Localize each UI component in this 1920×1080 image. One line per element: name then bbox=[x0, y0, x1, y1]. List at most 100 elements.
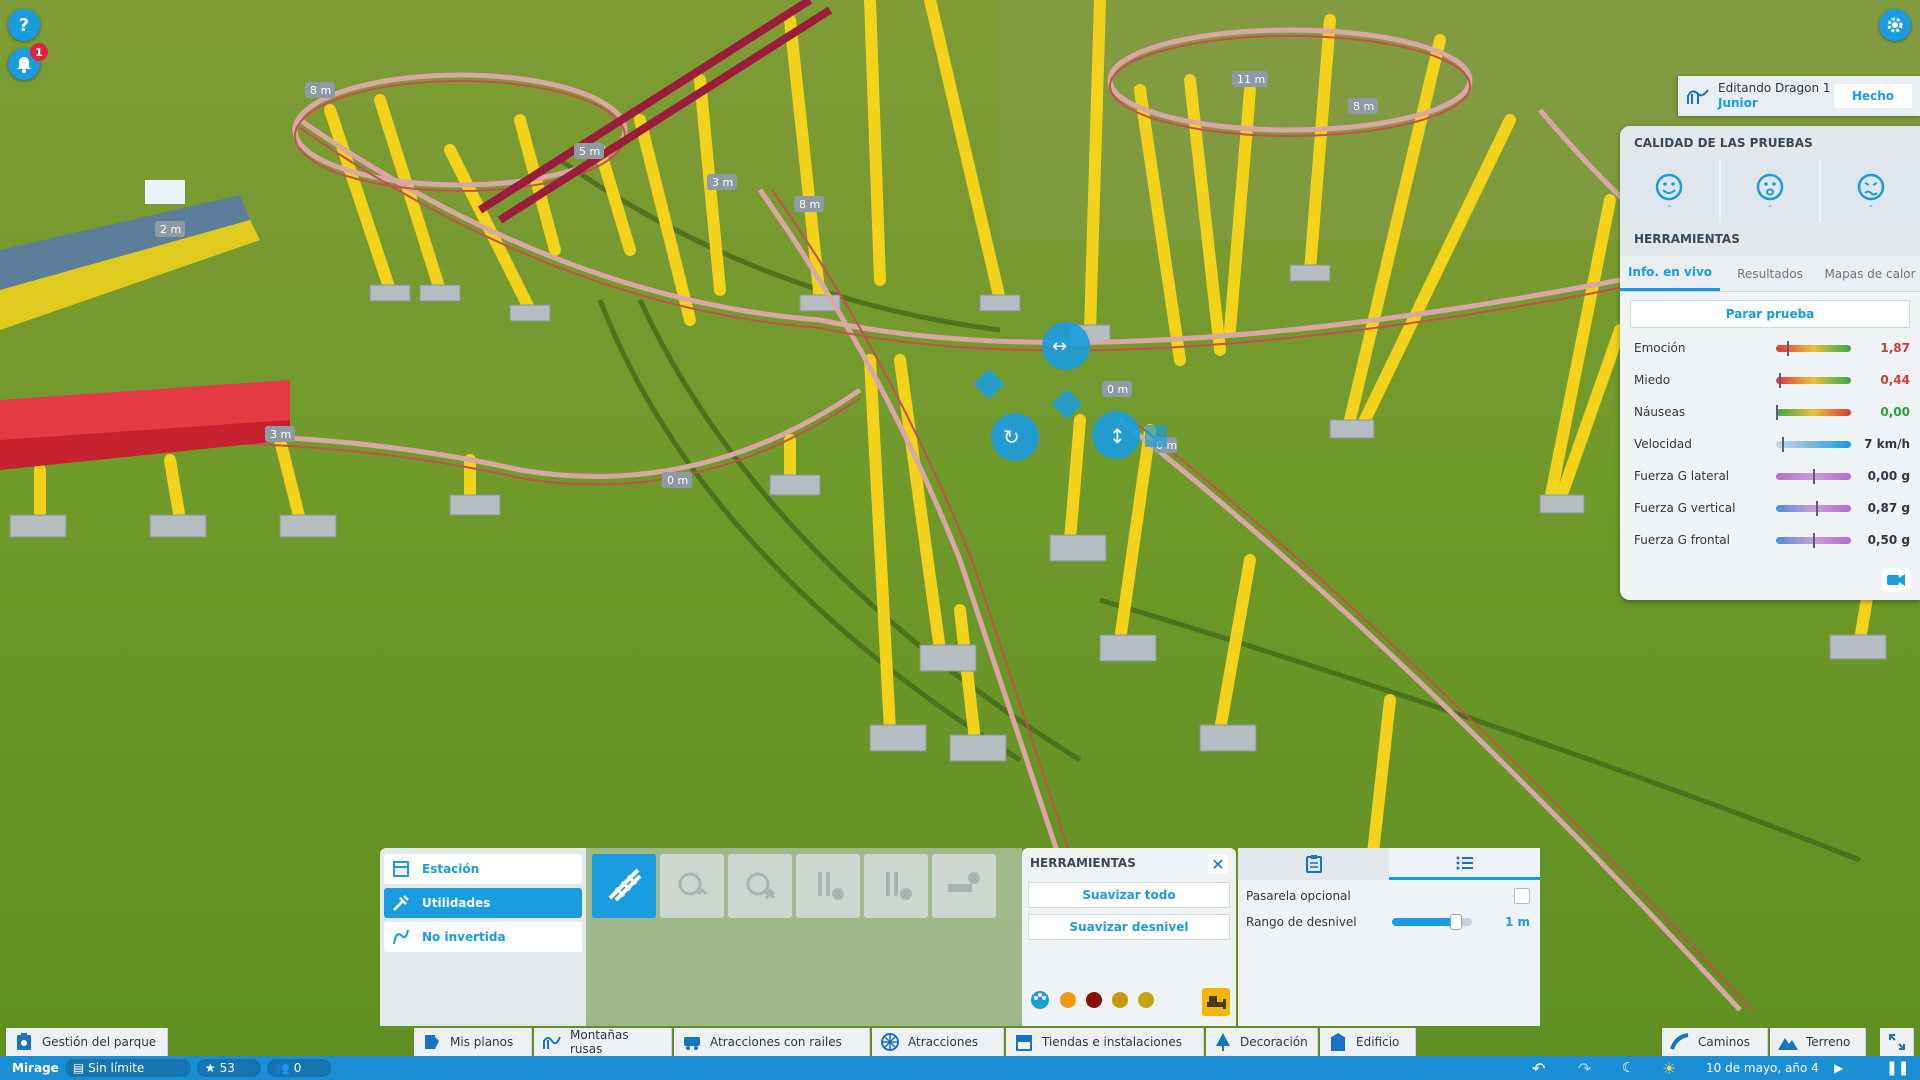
camera-button[interactable] bbox=[1882, 568, 1910, 592]
metric-label: Fuerza G frontal bbox=[1634, 533, 1730, 547]
building-button[interactable]: Edificio bbox=[1320, 1028, 1416, 1056]
smooth-all-button[interactable]: Suavizar todo bbox=[1028, 882, 1230, 908]
svg-text:↔: ↔ bbox=[1052, 336, 1067, 357]
metric-value: 0,50 g bbox=[1867, 533, 1910, 547]
test-tabs: Info. en vivo Resultados Mapas de calor bbox=[1620, 256, 1920, 292]
notification-count-badge: 1 bbox=[30, 43, 48, 61]
metric-marker bbox=[1813, 532, 1815, 548]
video-camera-icon bbox=[1887, 574, 1905, 586]
color-swatch[interactable] bbox=[1138, 992, 1154, 1008]
move-vertical-handle[interactable]: ↕ bbox=[1092, 411, 1140, 459]
metric-label: Emoción bbox=[1634, 341, 1686, 355]
close-icon[interactable]: ✕ bbox=[1208, 854, 1228, 874]
palette-icon[interactable] bbox=[1030, 990, 1050, 1010]
tab-live-info[interactable]: Info. en vivo bbox=[1620, 256, 1720, 291]
metric-row: Emoción 1,87 bbox=[1620, 332, 1920, 364]
tracked-rides-button[interactable]: Atracciones con railes bbox=[674, 1028, 870, 1056]
brake-tool-button[interactable] bbox=[796, 854, 860, 918]
roller-coaster-icon bbox=[542, 1032, 562, 1052]
svg-text:3 m: 3 m bbox=[712, 176, 733, 189]
category-station[interactable]: Estación bbox=[384, 854, 582, 884]
metric-value: 1,87 bbox=[1880, 341, 1910, 355]
lift-hill-tool-button[interactable] bbox=[660, 854, 724, 918]
smooth-slope-button[interactable]: Suavizar desnivel bbox=[1028, 914, 1230, 940]
transfer-track-tool-button[interactable] bbox=[932, 854, 996, 918]
money-display[interactable]: ▤ Sin límite bbox=[64, 1059, 191, 1077]
track-category-list: Estación Utilidades No invertida bbox=[380, 848, 586, 1026]
paths-button[interactable]: Caminos bbox=[1662, 1028, 1768, 1056]
decoration-button[interactable]: Decoración bbox=[1206, 1028, 1318, 1056]
slope-range-slider[interactable] bbox=[1392, 914, 1472, 930]
tab-heat-maps[interactable]: Mapas de calor bbox=[1820, 256, 1920, 291]
stop-test-button[interactable]: Parar prueba bbox=[1630, 300, 1910, 328]
slope-range-knob[interactable] bbox=[1450, 914, 1462, 930]
color-swatches bbox=[1030, 990, 1164, 1010]
color-swatch[interactable] bbox=[1086, 992, 1102, 1008]
tab-list[interactable] bbox=[1389, 848, 1540, 880]
slope-range-fill bbox=[1392, 918, 1456, 926]
svg-text:↻: ↻ bbox=[1003, 425, 1020, 449]
move-horizontal-handle[interactable]: ↔ bbox=[1042, 322, 1090, 370]
block-brake-icon bbox=[876, 864, 916, 908]
undo-icon[interactable]: ↶ bbox=[1532, 1059, 1545, 1078]
park-name[interactable]: Mirage bbox=[12, 1061, 59, 1075]
booster-tool-button[interactable] bbox=[728, 854, 792, 918]
track-height-label: 0 m bbox=[662, 472, 692, 488]
settings-button[interactable] bbox=[1879, 9, 1911, 41]
ride-edit-header: Editando Dragon 1 Junior Hecho bbox=[1678, 76, 1920, 116]
category-utilities[interactable]: Utilidades bbox=[384, 888, 582, 918]
metric-marker bbox=[1779, 372, 1781, 388]
optional-walkway-checkbox[interactable] bbox=[1514, 888, 1530, 904]
terrain-button[interactable]: Terreno bbox=[1770, 1028, 1866, 1056]
excitement-rating: - bbox=[1620, 160, 1721, 222]
utilities-icon bbox=[390, 892, 412, 914]
done-button[interactable]: Hecho bbox=[1834, 84, 1912, 108]
shops-button[interactable]: Tiendas e instalaciones bbox=[1006, 1028, 1204, 1056]
pause-icon[interactable]: ❚❚ bbox=[1886, 1060, 1909, 1076]
color-swatch[interactable] bbox=[1112, 992, 1128, 1008]
play-speed-icon[interactable]: ▶ bbox=[1834, 1061, 1843, 1075]
track-height-label: 0 m bbox=[1102, 381, 1132, 397]
park-management-button[interactable]: Gestión del parque bbox=[6, 1028, 168, 1056]
day-night-icon[interactable]: ☾ bbox=[1622, 1060, 1635, 1076]
svg-text:2 m: 2 m bbox=[160, 223, 181, 236]
list-icon bbox=[1456, 856, 1473, 869]
metric-bar bbox=[1776, 532, 1851, 548]
metric-row: Fuerza G frontal 0,50 g bbox=[1620, 524, 1920, 556]
metric-bar bbox=[1776, 404, 1851, 420]
rides-button[interactable]: Atracciones bbox=[872, 1028, 1004, 1056]
svg-text:0 m: 0 m bbox=[1107, 383, 1128, 396]
color-swatch[interactable] bbox=[1060, 992, 1076, 1008]
metric-value: 7 km/h bbox=[1864, 437, 1910, 451]
mountain-icon bbox=[1778, 1038, 1798, 1050]
path-icon bbox=[1670, 1033, 1689, 1050]
metric-label: Fuerza G lateral bbox=[1634, 469, 1730, 483]
tab-clipboard[interactable] bbox=[1238, 848, 1389, 880]
help-button[interactable]: ? bbox=[8, 9, 40, 41]
expand-toolbar-button[interactable] bbox=[1880, 1028, 1914, 1056]
category-non-inverted[interactable]: No invertida bbox=[384, 922, 582, 952]
my-blueprints-button[interactable]: Mis planos bbox=[414, 1028, 532, 1056]
metric-row: Velocidad 7 km/h bbox=[1620, 428, 1920, 460]
redo-icon[interactable]: ↷ bbox=[1578, 1059, 1591, 1078]
rotate-handle[interactable]: ↻ bbox=[991, 413, 1039, 461]
roller-coasters-button[interactable]: Montañas rusas bbox=[534, 1028, 672, 1056]
tools-section-title: HERRAMIENTAS bbox=[1620, 222, 1920, 256]
park-rating[interactable]: ★ 53 bbox=[196, 1059, 261, 1077]
block-brake-tool-button[interactable] bbox=[864, 854, 928, 918]
svg-text:8 m: 8 m bbox=[1353, 100, 1374, 113]
demolish-button[interactable] bbox=[1202, 988, 1230, 1016]
editing-ride-title: Editando Dragon 1 bbox=[1718, 81, 1831, 95]
tab-results[interactable]: Resultados bbox=[1720, 256, 1820, 291]
track-piece-tool-button[interactable] bbox=[592, 854, 656, 918]
metric-row: Náuseas 0,00 bbox=[1620, 396, 1920, 428]
question-icon: ? bbox=[18, 14, 30, 36]
metric-bar bbox=[1776, 500, 1851, 516]
metric-value: 0,00 bbox=[1880, 405, 1910, 419]
track-piece-icon bbox=[604, 864, 644, 908]
slope-range-label: Rango de desnivel bbox=[1246, 915, 1357, 929]
track-height-label: 8 m bbox=[794, 196, 824, 212]
metric-row: Fuerza G vertical 0,87 g bbox=[1620, 492, 1920, 524]
guest-count[interactable]: 👥 0 bbox=[266, 1059, 331, 1077]
brake-icon bbox=[808, 864, 848, 908]
